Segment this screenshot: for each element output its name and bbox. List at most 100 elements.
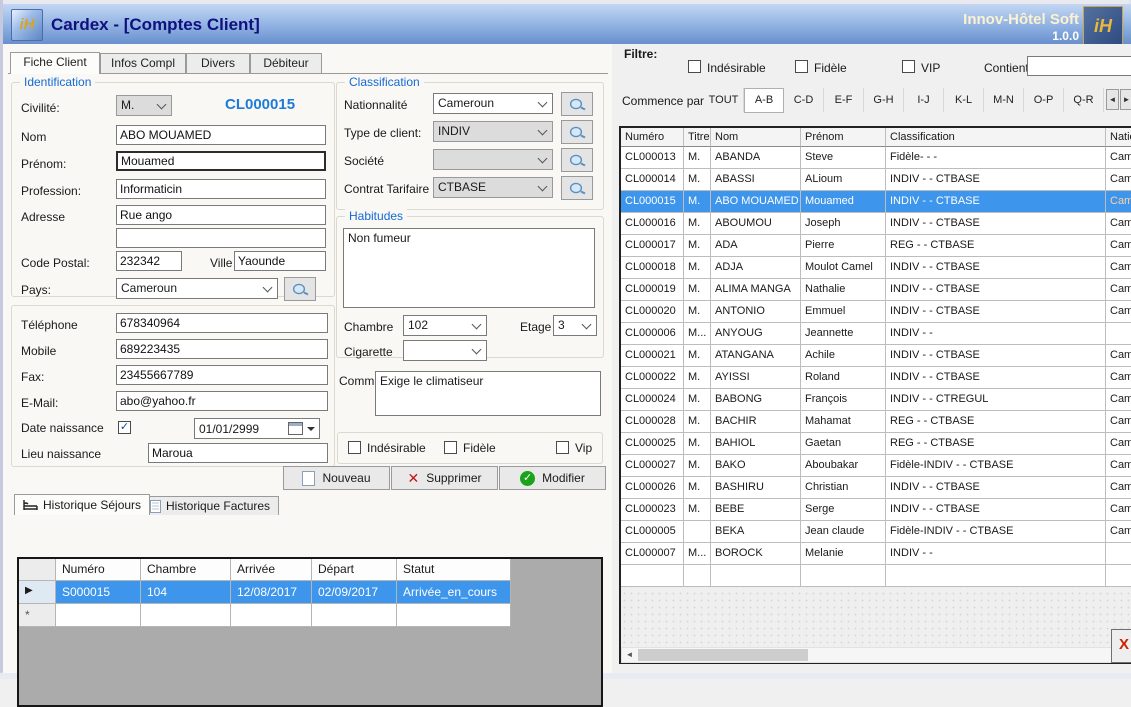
nom-field[interactable] bbox=[116, 125, 326, 145]
table-row[interactable]: CL000014 M. ABASSI ALioum INDIV - - CTBA… bbox=[621, 169, 1131, 191]
comm-textarea[interactable]: Exige le climatiseur bbox=[375, 371, 601, 416]
range-item[interactable]: M-N bbox=[984, 88, 1024, 112]
table-row[interactable]: CL000005 BEKA Jean claude Fidèle-INDIV -… bbox=[621, 521, 1131, 543]
range-item[interactable]: O-P bbox=[1024, 88, 1064, 112]
sejours-new-row[interactable]: * bbox=[19, 604, 511, 627]
table-row[interactable]: CL000023 M. BEBE Serge INDIV - - CTBASE … bbox=[621, 499, 1131, 521]
adresse-field[interactable] bbox=[116, 205, 326, 225]
fax-field[interactable] bbox=[116, 365, 328, 385]
code-postal-field[interactable] bbox=[116, 251, 182, 271]
ville-field[interactable] bbox=[234, 251, 326, 271]
etage-select[interactable]: 3 bbox=[553, 315, 597, 336]
table-row[interactable]: CL000024 M. BABONG François INDIV - - CT… bbox=[621, 389, 1131, 411]
table-row[interactable]: CL000016 M. ABOUMOU Joseph INDIV - - CTB… bbox=[621, 213, 1131, 235]
table-row[interactable]: CL000026 M. BASHIRU Christian INDIV - - … bbox=[621, 477, 1131, 499]
telephone-field[interactable] bbox=[116, 313, 328, 333]
contrat-select[interactable]: CTBASE bbox=[433, 177, 553, 198]
range-item[interactable]: A-B bbox=[744, 88, 784, 113]
cell-classification: INDIV - - CTBASE bbox=[886, 345, 1106, 367]
adresse2-field[interactable] bbox=[116, 228, 326, 248]
clients-hscrollbar[interactable]: ◄ bbox=[621, 647, 1129, 663]
filter-fidele-checkbox[interactable] bbox=[795, 60, 808, 73]
supprimer-button[interactable]: ✕ Supprimer bbox=[391, 466, 498, 490]
table-row[interactable]: CL000028 M. BACHIR Mahamat REG - - CTBAS… bbox=[621, 411, 1131, 433]
chambre-select[interactable]: 102 bbox=[403, 315, 487, 336]
clients-col-nationalite[interactable]: Nationalité bbox=[1106, 128, 1131, 147]
habitudes-group: Habitudes Non fumeur Chambre 102 Etage 3… bbox=[336, 216, 604, 358]
range-item[interactable]: G-H bbox=[864, 88, 904, 112]
hscroll-thumb[interactable] bbox=[638, 649, 808, 661]
contient-input[interactable] bbox=[1027, 56, 1131, 76]
nom-label: Nom bbox=[21, 130, 46, 144]
tab-infos-compl[interactable]: Infos Compl bbox=[100, 53, 186, 73]
table-row[interactable]: CL000015 M. ABO MOUAMED Mouamed INDIV - … bbox=[621, 191, 1131, 213]
cell-numero: CL000016 bbox=[621, 213, 684, 235]
nationalite-select[interactable]: Cameroun bbox=[433, 93, 553, 114]
type-client-search-button[interactable] bbox=[561, 120, 593, 144]
cell-nationalite: Cameroun bbox=[1106, 499, 1131, 521]
range-item[interactable]: E-F bbox=[824, 88, 864, 112]
table-row[interactable]: CL000020 M. ANTONIO Emmuel INDIV - - CTB… bbox=[621, 301, 1131, 323]
range-scroll-left-button[interactable]: ◄ bbox=[1106, 89, 1119, 110]
sejours-col-chambre[interactable]: Chambre bbox=[141, 559, 231, 581]
nationalite-search-button[interactable] bbox=[561, 92, 593, 116]
range-item[interactable]: K-L bbox=[944, 88, 984, 112]
indesirable-checkbox[interactable] bbox=[348, 441, 361, 454]
date-naissance-checkbox[interactable]: ✓ bbox=[118, 421, 131, 434]
civilite-select[interactable]: M. bbox=[116, 95, 172, 116]
table-row[interactable]: CL000025 M. BAHIOL Gaetan REG - - CTBASE… bbox=[621, 433, 1131, 455]
table-row[interactable]: CL000018 M. ADJA Moulot Camel INDIV - - … bbox=[621, 257, 1131, 279]
sejours-col-statut[interactable]: Statut bbox=[397, 559, 511, 581]
prenom-field[interactable] bbox=[116, 151, 326, 171]
tab-debiteur[interactable]: Débiteur bbox=[250, 53, 322, 73]
habitudes-textarea[interactable]: Non fumeur bbox=[343, 228, 595, 308]
fidele-checkbox[interactable] bbox=[444, 441, 457, 454]
clients-col-titre[interactable]: Titre bbox=[684, 128, 711, 147]
range-scroll-right-button[interactable]: ► bbox=[1120, 89, 1131, 110]
societe-search-button[interactable] bbox=[561, 148, 593, 172]
clients-col-classification[interactable]: Classification bbox=[886, 128, 1106, 147]
range-item[interactable]: TOUT bbox=[704, 88, 744, 112]
tab-fiche-client[interactable]: Fiche Client bbox=[10, 52, 100, 74]
table-row[interactable]: CL000027 M. BAKO Aboubakar Fidèle-INDIV … bbox=[621, 455, 1131, 477]
clients-col-numero[interactable]: Numéro bbox=[621, 128, 684, 147]
profession-field[interactable] bbox=[116, 179, 326, 199]
modifier-button[interactable]: ✓ Modifier bbox=[499, 466, 606, 490]
societe-select[interactable] bbox=[433, 149, 553, 170]
table-row[interactable]: CL000013 M. ABANDA Steve Fidèle- - - Cam… bbox=[621, 147, 1131, 169]
table-row[interactable]: CL000022 M. AYISSI Roland INDIV - - CTBA… bbox=[621, 367, 1131, 389]
title-bar: iH Cardex - [Comptes Client] Innov-Hôtel… bbox=[3, 4, 1131, 45]
tab-historique-factures[interactable]: Historique Factures bbox=[141, 496, 279, 515]
email-field[interactable] bbox=[116, 391, 328, 411]
table-row[interactable]: CL000006 M... ANYOUG Jeannette INDIV - - bbox=[621, 323, 1131, 345]
table-row[interactable]: CL000007 M... BOROCK Melanie INDIV - - bbox=[621, 543, 1131, 565]
cigarette-select[interactable] bbox=[403, 340, 487, 361]
date-naissance-picker[interactable]: 01/01/2999 bbox=[194, 418, 320, 439]
excel-export-button[interactable]: X bbox=[1111, 629, 1131, 663]
sejours-col-depart[interactable]: Départ bbox=[312, 559, 397, 581]
tab-divers[interactable]: Divers bbox=[186, 53, 250, 73]
clients-col-prenom[interactable]: Prénom bbox=[801, 128, 886, 147]
range-item[interactable]: Q-R bbox=[1064, 88, 1104, 112]
range-item[interactable]: C-D bbox=[784, 88, 824, 112]
lieu-naissance-field[interactable] bbox=[148, 443, 328, 463]
vip-checkbox[interactable] bbox=[556, 441, 569, 454]
sejours-row[interactable]: ▶ S000015 104 12/08/2017 02/09/2017 Arri… bbox=[19, 581, 511, 604]
filter-indesirable-checkbox[interactable] bbox=[688, 60, 701, 73]
sejours-col-numero[interactable]: Numéro bbox=[56, 559, 141, 581]
table-row[interactable]: CL000019 M. ALIMA MANGA Nathalie INDIV -… bbox=[621, 279, 1131, 301]
nouveau-button[interactable]: Nouveau bbox=[283, 466, 390, 490]
table-row[interactable]: CL000021 M. ATANGANA Achile INDIV - - CT… bbox=[621, 345, 1131, 367]
hscroll-left-arrow[interactable]: ◄ bbox=[622, 648, 637, 662]
pays-search-button[interactable] bbox=[284, 277, 316, 301]
table-row[interactable]: CL000017 M. ADA Pierre REG - - CTBASE Ca… bbox=[621, 235, 1131, 257]
sejours-col-arrivee[interactable]: Arrivée bbox=[231, 559, 312, 581]
clients-col-nom[interactable]: Nom bbox=[711, 128, 801, 147]
filter-vip-checkbox[interactable] bbox=[902, 60, 915, 73]
range-item[interactable]: I-J bbox=[904, 88, 944, 112]
mobile-field[interactable] bbox=[116, 339, 328, 359]
pays-select[interactable]: Cameroun bbox=[116, 278, 278, 299]
contrat-search-button[interactable] bbox=[561, 176, 593, 200]
tab-historique-sejours[interactable]: Historique Séjours bbox=[14, 494, 150, 515]
type-client-select[interactable]: INDIV bbox=[433, 121, 553, 142]
